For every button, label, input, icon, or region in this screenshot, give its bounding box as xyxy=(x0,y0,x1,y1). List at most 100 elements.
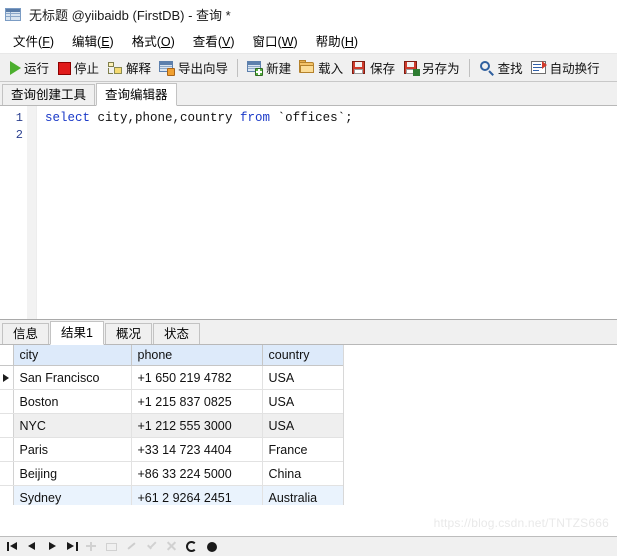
pencil-icon xyxy=(126,542,137,551)
previous-record-button[interactable] xyxy=(23,538,42,555)
first-record-button[interactable] xyxy=(3,538,22,555)
cell-city[interactable]: Boston xyxy=(12,389,132,414)
cell-city[interactable]: NYC xyxy=(12,413,132,438)
cell-city[interactable]: San Francisco xyxy=(12,365,132,390)
sql-column-list: city,phone,country xyxy=(90,111,241,125)
grid-header-row: city phone country xyxy=(0,345,344,366)
menu-item-edit-mnemonic: E xyxy=(101,35,110,49)
previous-icon xyxy=(28,542,35,550)
window-title: 无标题 @yiibaidb (FirstDB) - 查询 * xyxy=(29,7,231,23)
stop-circle-icon xyxy=(207,542,217,552)
sql-keyword-select: select xyxy=(45,111,91,125)
cell-country[interactable]: USA xyxy=(261,413,344,438)
menu-item-help-mnemonic: H xyxy=(344,35,354,49)
export-wizard-button[interactable]: 导出向导 xyxy=(155,57,232,79)
delete-record-button[interactable] xyxy=(103,538,122,555)
save-as-button-label: 另存为 xyxy=(422,62,460,76)
cell-phone[interactable]: +1 650 219 4782 xyxy=(130,365,263,390)
sql-editor[interactable]: 1 2 select city,phone,country from `offi… xyxy=(0,106,617,319)
menu-item-format[interactable]: 格式(O) xyxy=(123,28,184,53)
minus-icon xyxy=(106,542,117,551)
run-button-label: 运行 xyxy=(24,62,50,76)
cell-city[interactable]: Sydney xyxy=(12,485,132,505)
cell-country[interactable]: France xyxy=(261,437,344,462)
cell-country[interactable]: USA xyxy=(261,365,344,390)
menu-item-window[interactable]: 窗口(W) xyxy=(244,28,307,53)
cell-phone[interactable]: +61 2 9264 2451 xyxy=(130,485,263,505)
explain-icon xyxy=(107,60,123,76)
row-marker-cell[interactable] xyxy=(0,413,14,438)
cell-phone[interactable]: +1 215 837 0825 xyxy=(130,389,263,414)
run-button[interactable]: 运行 xyxy=(4,57,53,79)
row-marker-cell[interactable] xyxy=(0,437,14,462)
table-row[interactable]: Boston +1 215 837 0825 USA xyxy=(0,389,344,414)
menu-item-view-mnemonic: V xyxy=(221,35,231,49)
cell-phone[interactable]: +86 33 224 5000 xyxy=(130,461,263,486)
menu-item-edit[interactable]: 编辑(E) xyxy=(63,28,123,53)
find-button[interactable]: 查找 xyxy=(475,57,527,79)
edit-record-button[interactable] xyxy=(123,538,142,555)
menu-item-file-mnemonic: F xyxy=(42,35,50,49)
menu-item-view[interactable]: 查看(V) xyxy=(184,28,244,53)
sql-code-area[interactable]: select city,phone,country from `offices`… xyxy=(37,106,617,319)
load-button[interactable]: 载入 xyxy=(295,57,347,79)
save-button[interactable]: 保存 xyxy=(347,57,399,79)
load-button-label: 载入 xyxy=(318,62,344,76)
cancel-changes-button[interactable] xyxy=(163,538,182,555)
next-record-button[interactable] xyxy=(43,538,62,555)
cell-phone[interactable]: +1 212 555 3000 xyxy=(130,413,263,438)
tab-info[interactable]: 信息 xyxy=(2,323,50,344)
refresh-button[interactable] xyxy=(183,538,202,555)
menu-item-window-label: 窗口 xyxy=(252,35,278,49)
column-header-city[interactable]: city xyxy=(12,345,132,366)
cell-phone[interactable]: +33 14 723 4404 xyxy=(130,437,263,462)
word-wrap-button[interactable]: 自动换行 xyxy=(527,57,604,79)
tab-profile[interactable]: 概况 xyxy=(104,323,152,344)
next-icon xyxy=(49,542,56,550)
new-query-button[interactable]: 新建 xyxy=(243,57,295,79)
save-button-label: 保存 xyxy=(370,62,396,76)
row-marker-cell[interactable] xyxy=(0,365,14,390)
tab-query-builder[interactable]: 查询创建工具 xyxy=(2,84,96,105)
menu-item-format-label: 格式 xyxy=(131,35,157,49)
toolbar-separator-1 xyxy=(237,58,239,77)
last-record-button[interactable] xyxy=(63,538,82,555)
table-row[interactable]: Sydney +61 2 9264 2451 Australia xyxy=(0,485,344,505)
row-marker-cell[interactable] xyxy=(0,389,14,414)
save-icon xyxy=(351,60,367,76)
tab-status[interactable]: 状态 xyxy=(152,323,200,344)
cell-city[interactable]: Beijing xyxy=(12,461,132,486)
stop-loading-button[interactable] xyxy=(203,538,222,555)
result-grid-container[interactable]: city phone country San Francisco +1 650 … xyxy=(0,345,617,505)
cell-country[interactable]: USA xyxy=(261,389,344,414)
result-grid[interactable]: city phone country San Francisco +1 650 … xyxy=(0,345,344,505)
explain-button[interactable]: 解释 xyxy=(103,57,155,79)
cell-country[interactable]: Australia xyxy=(261,485,344,505)
stop-button[interactable]: 停止 xyxy=(53,57,103,79)
menu-item-view-label: 查看 xyxy=(192,35,218,49)
table-row[interactable]: San Francisco +1 650 219 4782 USA xyxy=(0,365,344,390)
cell-country[interactable]: China xyxy=(261,461,344,486)
save-as-button[interactable]: 另存为 xyxy=(399,57,464,79)
column-header-country[interactable]: country xyxy=(261,345,344,366)
insert-record-button[interactable] xyxy=(83,538,102,555)
line-number-1: 1 xyxy=(15,111,23,125)
row-marker-cell[interactable] xyxy=(0,461,14,486)
menu-item-file[interactable]: 文件(F) xyxy=(4,28,63,53)
apply-changes-button[interactable] xyxy=(143,538,162,555)
table-row[interactable]: Paris +33 14 723 4404 France xyxy=(0,437,344,462)
menu-item-edit-label: 编辑 xyxy=(72,35,98,49)
table-row[interactable]: NYC +1 212 555 3000 USA xyxy=(0,413,344,438)
table-row[interactable]: Beijing +86 33 224 5000 China xyxy=(0,461,344,486)
row-marker-cell[interactable] xyxy=(0,485,14,505)
menu-item-help[interactable]: 帮助(H) xyxy=(307,28,367,53)
cell-city[interactable]: Paris xyxy=(12,437,132,462)
grid-corner-cell xyxy=(0,345,14,366)
last-icon xyxy=(67,542,74,550)
tab-result1[interactable]: 结果1 xyxy=(50,321,104,345)
first-icon xyxy=(10,542,17,550)
record-navigation-bar xyxy=(0,536,617,556)
column-header-phone[interactable]: phone xyxy=(130,345,263,366)
tab-query-editor[interactable]: 查询编辑器 xyxy=(96,83,177,106)
sql-keyword-from: from xyxy=(240,111,271,125)
